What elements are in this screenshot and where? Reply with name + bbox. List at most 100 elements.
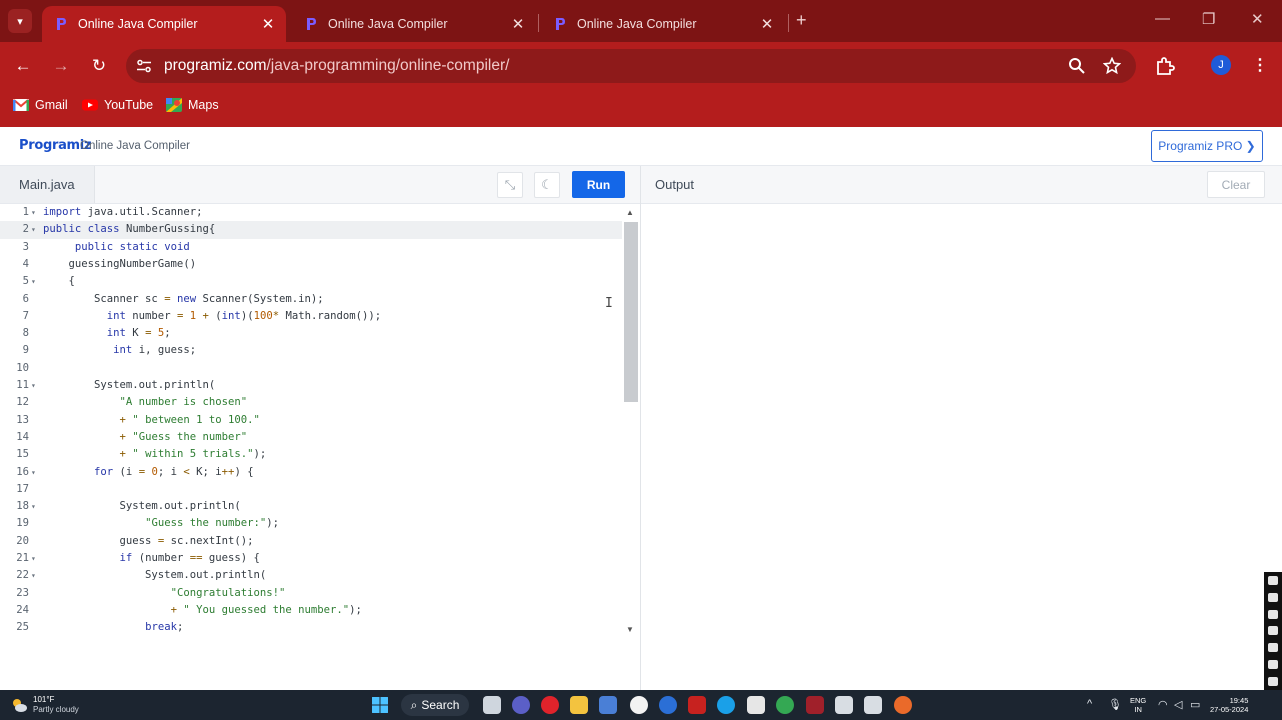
site-info-icon[interactable] xyxy=(136,58,152,74)
microphone-icon[interactable] xyxy=(1268,609,1278,619)
fold-arrow-icon[interactable]: ▾ xyxy=(31,377,36,394)
wifi-icon[interactable]: ◠ xyxy=(1158,698,1168,711)
code-line[interactable]: 23 "Congratulations!" xyxy=(0,585,622,602)
browser-menu-icon[interactable]: ⋮ xyxy=(1252,55,1268,75)
file-explorer-icon[interactable] xyxy=(570,696,588,714)
reload-icon[interactable]: ↻ xyxy=(88,55,110,77)
browser-tab-2[interactable]: Online Java Compiler ✕ xyxy=(292,6,536,42)
bookmark-maps[interactable]: Maps xyxy=(166,98,219,112)
code-line[interactable]: 2 ▾ public class NumberGussing{ xyxy=(0,221,622,239)
code-line[interactable]: 9 int i, guess; xyxy=(0,342,622,359)
store-icon[interactable] xyxy=(599,696,617,714)
meet-icon[interactable] xyxy=(512,696,530,714)
tab-search-button[interactable]: ▾ xyxy=(8,9,32,33)
file-tab-main-java[interactable]: Main.java xyxy=(0,166,95,203)
close-window-icon[interactable]: ✕ xyxy=(1251,10,1264,28)
code-line[interactable]: 12 "A number is chosen" xyxy=(0,394,622,411)
code-line[interactable]: 11 ▾ System.out.println( xyxy=(0,377,622,394)
code-line[interactable]: 16 ▾ for (i = 0; i < K; i++) { xyxy=(0,464,622,481)
security-icon[interactable] xyxy=(835,696,853,714)
programiz-pro-button[interactable]: Programiz PRO ❯ xyxy=(1151,130,1263,162)
bookmark-star-icon[interactable] xyxy=(1103,57,1121,75)
chrome-active-icon[interactable] xyxy=(894,696,912,714)
close-tab-icon[interactable]: ✕ xyxy=(260,15,276,33)
editor-scrollbar-thumb[interactable] xyxy=(624,222,638,402)
chrome-profile-icon[interactable] xyxy=(659,696,677,714)
edge-icon[interactable] xyxy=(717,696,735,714)
code-line[interactable]: 7 int number = 1 + (int)(100* Math.rando… xyxy=(0,308,622,325)
browser-tab-3[interactable]: Online Java Compiler ✕ xyxy=(541,6,785,42)
close-tab-icon[interactable]: ✕ xyxy=(759,15,775,33)
system-clock[interactable]: 19:45 27-05-2024 xyxy=(1210,696,1248,714)
code-line[interactable]: 6 Scanner sc = new Scanner(System.in); xyxy=(0,291,622,308)
code-line[interactable]: 14 + "Guess the number" xyxy=(0,429,622,446)
code-line[interactable]: 13 + " between 1 to 100." xyxy=(0,412,622,429)
fold-arrow-icon[interactable]: ▾ xyxy=(31,204,36,221)
fullscreen-collapse-icon[interactable]: ⤡ xyxy=(497,172,523,198)
new-tab-plus-icon[interactable]: + xyxy=(796,10,807,31)
more-dots-icon[interactable] xyxy=(1268,592,1278,602)
code-line[interactable]: 4 guessingNumberGame() xyxy=(0,256,622,273)
battery-icon[interactable]: ▭ xyxy=(1190,698,1200,711)
notepad-icon[interactable] xyxy=(747,696,765,714)
clear-output-button[interactable]: Clear xyxy=(1207,171,1265,198)
fold-arrow-icon[interactable]: ▾ xyxy=(31,498,36,515)
code-line[interactable]: 15 + " within 5 trials."); xyxy=(0,446,622,463)
dark-mode-moon-icon[interactable]: ☾ xyxy=(534,172,560,198)
run-button[interactable]: Run xyxy=(572,171,625,198)
url-text[interactable]: programiz.com/java-programming/online-co… xyxy=(164,57,509,75)
back-arrow-icon[interactable]: ← xyxy=(12,55,34,77)
fold-arrow-icon[interactable]: ▾ xyxy=(31,550,36,567)
code-line[interactable]: 21 ▾ if (number == guess) { xyxy=(0,550,622,567)
address-bar[interactable]: programiz.com/java-programming/online-co… xyxy=(126,49,1136,83)
settings-gear-icon[interactable] xyxy=(1268,676,1278,686)
chat-icon[interactable] xyxy=(1268,660,1278,670)
tray-overflow-chevron-icon[interactable]: ^ xyxy=(1087,698,1092,710)
package-icon[interactable] xyxy=(864,696,882,714)
code-line[interactable]: 5 ▾ { xyxy=(0,273,622,290)
bookmark-youtube[interactable]: YouTube xyxy=(82,98,153,112)
scroll-up-arrow-icon[interactable]: ▲ xyxy=(626,208,634,217)
chrome-icon[interactable] xyxy=(776,696,794,714)
code-line[interactable]: 3 public static void xyxy=(0,239,622,256)
code-line[interactable]: 17 xyxy=(0,481,622,498)
browser-tab-1[interactable]: Online Java Compiler ✕ xyxy=(42,6,286,42)
close-tab-icon[interactable]: ✕ xyxy=(510,15,526,33)
bookmark-gmail[interactable]: Gmail xyxy=(13,98,68,112)
opera-icon[interactable] xyxy=(541,696,559,714)
language-indicator[interactable]: ENG IN xyxy=(1130,696,1146,714)
code-line[interactable]: 22 ▾ System.out.println( xyxy=(0,567,622,584)
tray-mic-icon[interactable]: 🎙 xyxy=(1108,698,1122,711)
volume-icon[interactable]: ◁ xyxy=(1174,698,1182,711)
fold-arrow-icon[interactable]: ▾ xyxy=(31,273,36,290)
forward-arrow-icon[interactable]: → xyxy=(50,55,72,77)
speaker-icon[interactable] xyxy=(1268,626,1278,636)
recorder-icon[interactable] xyxy=(806,696,824,714)
chatgpt-icon[interactable] xyxy=(630,696,648,714)
code-line[interactable]: 18 ▾ System.out.println( xyxy=(0,498,622,515)
fold-arrow-icon[interactable]: ▾ xyxy=(31,567,36,584)
code-editor[interactable]: 1 ▾ import java.util.Scanner; 2 ▾ public clas… xyxy=(0,204,640,690)
windows-start-icon[interactable] xyxy=(371,696,389,714)
code-line[interactable]: 10 xyxy=(0,360,622,377)
record-icon[interactable] xyxy=(1268,643,1278,653)
camera-icon[interactable] xyxy=(1268,575,1278,585)
weather-widget[interactable]: 101°F Partly cloudy xyxy=(10,695,79,715)
mcafee-icon[interactable] xyxy=(688,696,706,714)
code-line[interactable]: 8 int K = 5; xyxy=(0,325,622,342)
fold-arrow-icon[interactable]: ▾ xyxy=(31,464,36,481)
zoom-search-icon[interactable] xyxy=(1068,57,1086,75)
taskbar-search[interactable]: ⌕ Search xyxy=(401,694,469,716)
fold-arrow-icon[interactable]: ▾ xyxy=(31,221,36,238)
scroll-down-arrow-icon[interactable]: ▼ xyxy=(626,625,634,634)
code-line[interactable]: 24 + " You guessed the number."); xyxy=(0,602,622,619)
restore-window-icon[interactable]: ❐ xyxy=(1202,10,1215,28)
code-line[interactable]: 19 "Guess the number:"); xyxy=(0,515,622,532)
profile-avatar[interactable]: J xyxy=(1211,55,1231,75)
code-line[interactable]: 25 break; xyxy=(0,619,622,636)
code-line[interactable]: 1 ▾ import java.util.Scanner; xyxy=(0,204,622,221)
code-line[interactable]: 20 guess = sc.nextInt(); xyxy=(0,533,622,550)
minimize-icon[interactable]: — xyxy=(1155,10,1170,27)
task-view-icon[interactable] xyxy=(483,696,501,714)
extensions-puzzle-icon[interactable] xyxy=(1155,56,1175,76)
